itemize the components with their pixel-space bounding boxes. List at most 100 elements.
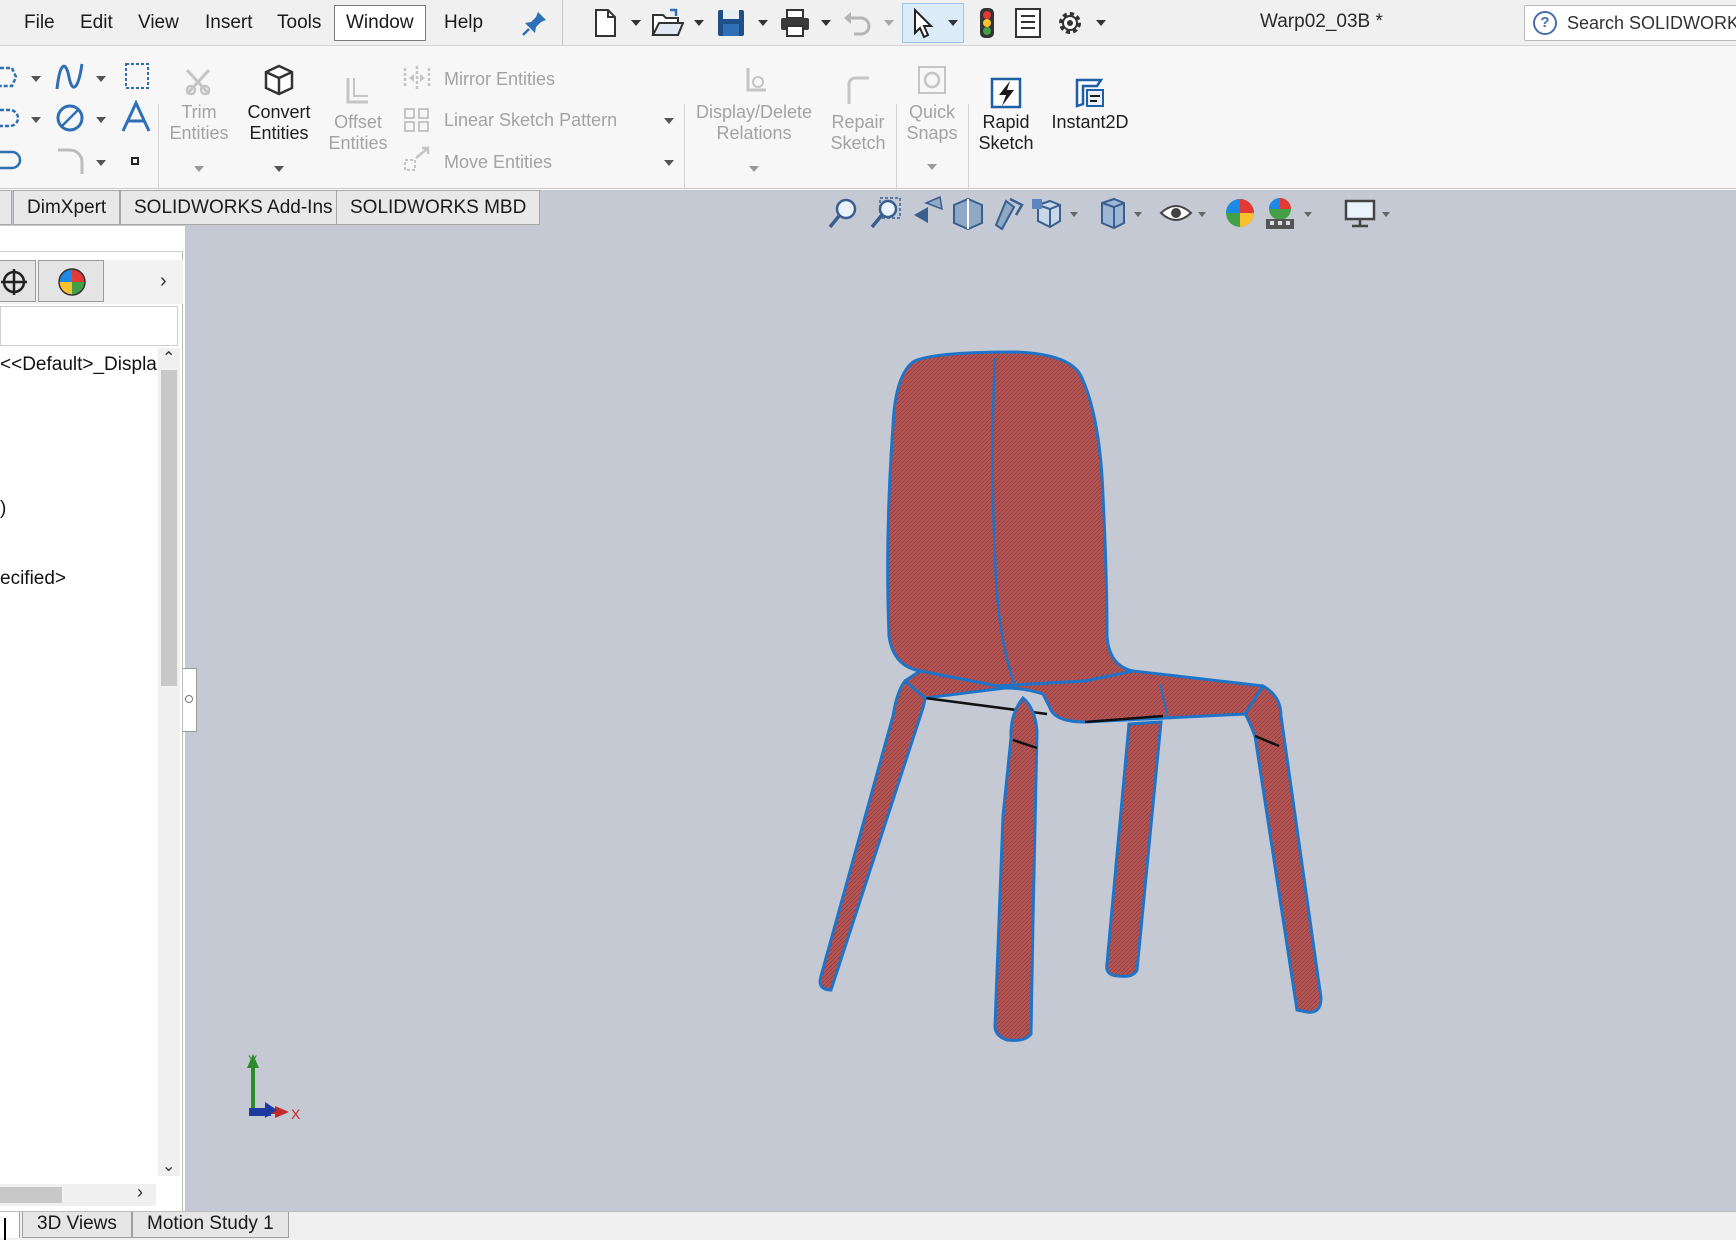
view-orientation-icon[interactable] (1030, 195, 1066, 231)
search-input[interactable]: Search SOLIDWORKS (1567, 13, 1736, 34)
search-box[interactable]: ? Search SOLIDWORKS (1524, 5, 1736, 41)
feature-tree-filter[interactable] (0, 306, 178, 346)
quick-snaps-label[interactable]: Quick Snaps (898, 102, 966, 144)
undo-icon[interactable] (840, 6, 874, 40)
display-manager-tab[interactable] (38, 260, 104, 302)
tree-vertical-scrollbar[interactable]: ⌃ ⌄ (158, 348, 180, 1176)
save-dropdown-caret[interactable] (758, 20, 768, 26)
move-entities-button[interactable]: Move Entities (444, 151, 552, 173)
tab-partial[interactable] (0, 190, 12, 225)
text-tool-icon[interactable] (120, 100, 152, 134)
ellipse-tool-icon[interactable] (54, 102, 86, 134)
display-relations-dropdown-caret[interactable] (749, 166, 759, 172)
new-document-icon[interactable] (588, 6, 622, 40)
menu-insert[interactable]: Insert (205, 10, 253, 36)
display-style-dropdown-caret[interactable] (1134, 212, 1142, 217)
mirror-entities-icon[interactable] (402, 64, 432, 92)
trim-dropdown-caret[interactable] (194, 166, 204, 172)
repair-sketch-icon[interactable] (843, 74, 873, 108)
dynamic-annotation-icon[interactable] (990, 195, 1026, 231)
polygon-tool-icon[interactable] (0, 64, 18, 90)
spline-tool-icon[interactable] (54, 61, 86, 93)
graphics-area[interactable]: Y X (185, 226, 1736, 1211)
instant2d-icon[interactable] (1073, 76, 1107, 110)
tab-3d-views[interactable]: 3D Views (22, 1212, 132, 1238)
quick-snaps-icon[interactable] (916, 64, 948, 96)
menu-file[interactable]: File (24, 10, 55, 36)
instant2d-label[interactable]: Instant2D (1046, 112, 1134, 133)
tab-motion-study-1[interactable]: Motion Study 1 (132, 1212, 289, 1238)
panel-splitter-handle[interactable] (183, 668, 197, 732)
scroll-down-icon[interactable]: ⌄ (162, 1156, 175, 1176)
repair-sketch-label[interactable]: Repair Sketch (822, 112, 894, 154)
slot-tool-icon[interactable] (0, 104, 20, 132)
zoom-to-fit-icon[interactable] (826, 195, 862, 231)
rebuild-icon[interactable] (970, 6, 1004, 40)
point-tool-icon[interactable] (131, 157, 139, 165)
tab-solidworks-addins[interactable]: SOLIDWORKS Add-Ins (120, 190, 347, 225)
display-style-icon[interactable] (1094, 195, 1130, 231)
pin-icon[interactable] (518, 6, 552, 40)
scroll-up-icon[interactable]: ⌃ (162, 348, 175, 368)
tree-material-item[interactable]: ecified> (0, 568, 66, 590)
options-dropdown-caret[interactable] (1096, 20, 1106, 26)
tab-dimxpert[interactable]: DimXpert (13, 190, 121, 225)
spline-dropdown-caret[interactable] (96, 76, 106, 82)
scroll-right-icon[interactable]: › (137, 1182, 143, 1203)
edit-appearance-icon[interactable] (1222, 195, 1258, 231)
display-delete-relations-icon[interactable] (738, 64, 770, 98)
rapid-sketch-icon[interactable] (989, 76, 1023, 110)
construction-geometry-icon[interactable] (122, 60, 152, 92)
linear-pattern-dropdown-caret[interactable] (664, 118, 674, 124)
quick-snaps-dropdown-caret[interactable] (927, 164, 937, 170)
select-dropdown-caret[interactable] (948, 20, 958, 26)
move-dropdown-caret[interactable] (664, 160, 674, 166)
trim-entities-label[interactable]: Trim Entities (166, 102, 232, 144)
fillet-tool-icon[interactable] (54, 144, 86, 176)
open-icon[interactable] (650, 6, 684, 40)
print-icon[interactable] (778, 6, 812, 40)
rectangle-tool-icon[interactable] (0, 146, 22, 174)
save-icon[interactable] (714, 6, 748, 40)
undo-dropdown-caret[interactable] (884, 20, 894, 26)
model-tab-partial[interactable] (0, 1212, 20, 1238)
apply-scene-dropdown-caret[interactable] (1304, 212, 1312, 217)
open-dropdown-caret[interactable] (694, 20, 704, 26)
menu-edit[interactable]: Edit (80, 10, 113, 36)
new-dropdown-caret[interactable] (631, 20, 641, 26)
linear-sketch-pattern-icon[interactable] (402, 106, 432, 134)
tab-solidworks-mbd[interactable]: SOLIDWORKS MBD (336, 190, 541, 225)
trim-entities-icon[interactable] (181, 64, 215, 100)
file-properties-icon[interactable] (1011, 6, 1045, 40)
view-settings-dropdown-caret[interactable] (1382, 212, 1390, 217)
hide-show-items-icon[interactable] (1158, 195, 1194, 231)
select-icon[interactable] (906, 6, 940, 40)
horizontal-scroll-thumb[interactable] (0, 1187, 62, 1203)
apply-scene-icon[interactable] (1262, 195, 1298, 231)
section-view-icon[interactable] (950, 195, 986, 231)
menu-window[interactable]: Window (334, 5, 426, 41)
options-icon[interactable] (1053, 6, 1087, 40)
polygon-dropdown-caret[interactable] (31, 76, 41, 82)
slot-dropdown-caret[interactable] (31, 117, 41, 123)
print-dropdown-caret[interactable] (821, 20, 831, 26)
display-delete-relations-label[interactable]: Display/Delete Relations (692, 102, 816, 144)
move-entities-icon[interactable] (402, 146, 432, 176)
mirror-entities-button[interactable]: Mirror Entities (444, 68, 555, 90)
chair-model[interactable] (785, 336, 1585, 1240)
view-settings-icon[interactable] (1342, 195, 1378, 231)
convert-entities-label[interactable]: Convert Entities (242, 102, 316, 144)
linear-sketch-pattern-button[interactable]: Linear Sketch Pattern (444, 109, 617, 131)
dimxpert-manager-tab[interactable] (0, 260, 36, 302)
convert-entities-icon[interactable] (262, 62, 296, 98)
menu-help[interactable]: Help (444, 10, 483, 36)
menu-view[interactable]: View (138, 10, 179, 36)
tree-partial-item[interactable]: ) (0, 498, 6, 520)
vertical-scroll-thumb[interactable] (161, 370, 177, 686)
fillet-dropdown-caret[interactable] (96, 160, 106, 166)
zoom-to-area-icon[interactable] (868, 195, 904, 231)
previous-view-icon[interactable] (910, 195, 946, 231)
tree-horizontal-scrollbar[interactable]: › (0, 1182, 156, 1206)
offset-entities-label[interactable]: Offset Entities (322, 112, 394, 154)
menu-tools[interactable]: Tools (277, 10, 321, 36)
